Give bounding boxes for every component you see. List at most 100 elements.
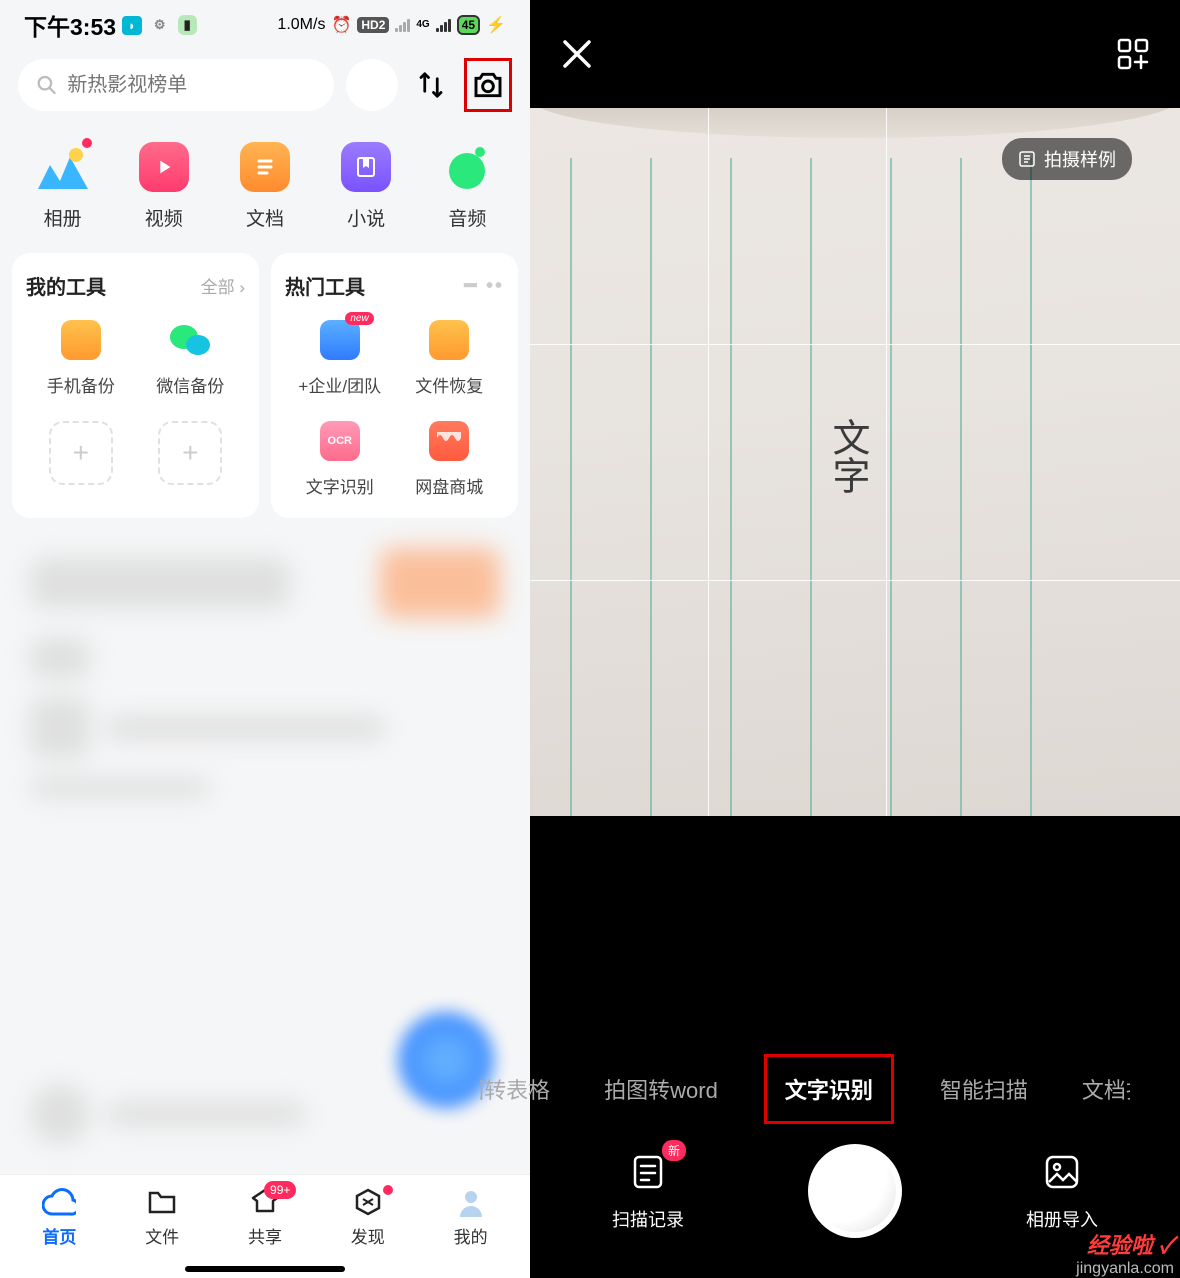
app-indicator-icon: ◗	[122, 16, 142, 35]
plus-icon: +	[158, 421, 222, 485]
category-label: 文档	[246, 204, 284, 231]
camera-scan-screen: 文字 拍摄样例 拍图转表格 拍图转word 文字识别 智能扫描 文档扫描 新 扫…	[530, 0, 1180, 1278]
bottom-nav: 首页 文件 99+ 共享 发现 我的	[0, 1174, 530, 1278]
category-label: 音频	[448, 204, 486, 231]
folder-icon	[145, 1185, 179, 1219]
camera-icon	[472, 69, 504, 101]
tool-file-recovery[interactable]: 文件恢复	[395, 320, 505, 397]
category-photos[interactable]: 相册	[20, 142, 106, 231]
card-title: 我的工具	[26, 271, 106, 300]
list-icon	[1018, 150, 1036, 168]
grid-line	[530, 580, 1180, 581]
nav-label: 发现	[351, 1223, 385, 1248]
category-novel[interactable]: 小说	[323, 142, 409, 231]
sample-label: 拍摄样例	[1044, 146, 1116, 172]
mode-table[interactable]: 拍图转表格	[480, 1063, 558, 1115]
cloud-icon	[42, 1185, 76, 1219]
scan-mode-selector[interactable]: 拍图转表格 拍图转word 文字识别 智能扫描 文档扫描	[480, 1054, 1130, 1124]
avatar[interactable]	[346, 59, 398, 111]
tool-mall[interactable]: 网盘商城	[395, 421, 505, 498]
my-tools-card: 我的工具 全部 › 手机备份 微信备份 + +	[12, 253, 259, 518]
new-badge: 新	[662, 1140, 686, 1161]
grid-line	[886, 108, 887, 816]
tool-ocr[interactable]: OCR 文字识别	[285, 421, 395, 498]
tool-label: 网盘商城	[415, 473, 483, 498]
nav-files[interactable]: 文件	[111, 1185, 214, 1272]
gallery-icon	[1040, 1150, 1084, 1194]
drag-handle-icon[interactable]: ━ ••	[464, 273, 504, 298]
tool-enterprise[interactable]: new +企业/团队	[285, 320, 395, 397]
nav-share[interactable]: 99+ 共享	[214, 1185, 317, 1272]
category-video[interactable]: 视频	[121, 142, 207, 231]
handwriting-sample: 文字	[820, 418, 875, 494]
plus-icon: +	[49, 421, 113, 485]
search-box[interactable]	[18, 59, 334, 111]
close-icon	[560, 37, 594, 71]
shop-icon	[429, 421, 469, 461]
tool-wechat-backup[interactable]: 微信备份	[136, 320, 246, 397]
profile-icon	[454, 1185, 488, 1219]
camera-viewfinder[interactable]: 文字 拍摄样例	[530, 108, 1180, 816]
category-audio[interactable]: 音频	[424, 142, 510, 231]
signal-sim2-icon	[436, 18, 451, 32]
grid-line	[708, 108, 709, 816]
folder-icon	[61, 320, 101, 360]
tool-label: +企业/团队	[298, 372, 381, 397]
mode-doc[interactable]: 文档扫描	[1074, 1063, 1130, 1115]
red-dot-icon	[82, 138, 92, 148]
category-label: 视频	[145, 204, 183, 231]
charging-icon: ⚡	[486, 15, 506, 35]
category-row: 相册 视频 文档 小说 音频	[0, 126, 530, 253]
card-title: 热门工具	[285, 271, 365, 300]
camera-button[interactable]	[467, 64, 509, 106]
hexagon-icon	[351, 1185, 385, 1219]
book-icon	[341, 142, 391, 192]
close-button[interactable]	[560, 37, 594, 71]
nav-home[interactable]: 首页	[8, 1185, 111, 1272]
grid-line	[530, 344, 1180, 345]
category-label: 小说	[347, 204, 385, 231]
sample-button[interactable]: 拍摄样例	[1002, 138, 1132, 180]
mode-word[interactable]: 拍图转word	[596, 1063, 726, 1115]
search-input[interactable]	[67, 74, 316, 97]
status-time: 下午3:53	[24, 8, 116, 42]
shutter-button[interactable]	[808, 1144, 902, 1238]
status-bar: 下午3:53 ◗ ⚙ ▮ 1.0M/s ⏰ HD2 4G 45 ⚡	[0, 0, 530, 50]
category-docs[interactable]: 文档	[222, 142, 308, 231]
video-icon	[139, 142, 189, 192]
nav-label: 我的	[454, 1223, 488, 1248]
scan-history-button[interactable]: 新 扫描记录	[612, 1150, 684, 1232]
wechat-icon	[170, 320, 210, 360]
folder-recover-icon	[429, 320, 469, 360]
nav-profile[interactable]: 我的	[419, 1185, 522, 1272]
new-badge: new	[345, 312, 373, 325]
tool-label: 文件恢复	[415, 372, 483, 397]
tool-add-slot[interactable]: +	[136, 421, 246, 485]
tool-phone-backup[interactable]: 手机备份	[26, 320, 136, 397]
tool-add-slot[interactable]: +	[26, 421, 136, 485]
mode-smart[interactable]: 智能扫描	[932, 1063, 1036, 1115]
team-icon: new	[320, 320, 360, 360]
camera-entry-highlight	[464, 58, 512, 112]
grid-plus-icon	[1116, 37, 1150, 71]
nav-discover[interactable]: 发现	[316, 1185, 419, 1272]
tool-label: 微信备份	[156, 372, 224, 397]
hot-tools-card: 热门工具 ━ •• new +企业/团队 文件恢复 OCR 文字识别	[271, 253, 518, 518]
tool-label: 手机备份	[47, 372, 115, 397]
history-icon: 新	[626, 1150, 670, 1194]
home-indicator	[185, 1266, 345, 1272]
nav-label: 共享	[248, 1223, 282, 1248]
network-label: 4G	[416, 20, 429, 30]
settings-mini-icon: ⚙	[148, 15, 172, 35]
qr-add-button[interactable]	[1116, 37, 1150, 71]
category-label: 相册	[44, 204, 82, 231]
transfer-icon	[416, 70, 446, 100]
mode-ocr[interactable]: 文字识别	[764, 1054, 894, 1124]
signal-sim1-icon	[395, 18, 410, 32]
status-notif-icon: ▮	[178, 15, 197, 35]
transfer-button[interactable]	[410, 64, 452, 106]
tool-label: 文字识别	[306, 473, 374, 498]
nav-label: 首页	[42, 1223, 76, 1248]
see-all-link[interactable]: 全部 ›	[201, 273, 245, 298]
gallery-import-button[interactable]: 相册导入	[1026, 1150, 1098, 1232]
